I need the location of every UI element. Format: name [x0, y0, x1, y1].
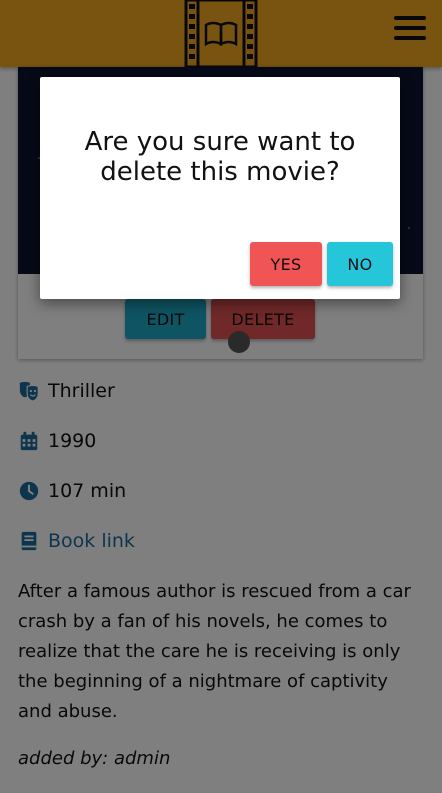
- no-button[interactable]: NO: [327, 242, 393, 286]
- delete-confirmation-dialog: Are you sure want to delete this movie? …: [40, 77, 400, 299]
- yes-button[interactable]: YES: [250, 242, 322, 286]
- dialog-message: Are you sure want to delete this movie?: [84, 127, 356, 187]
